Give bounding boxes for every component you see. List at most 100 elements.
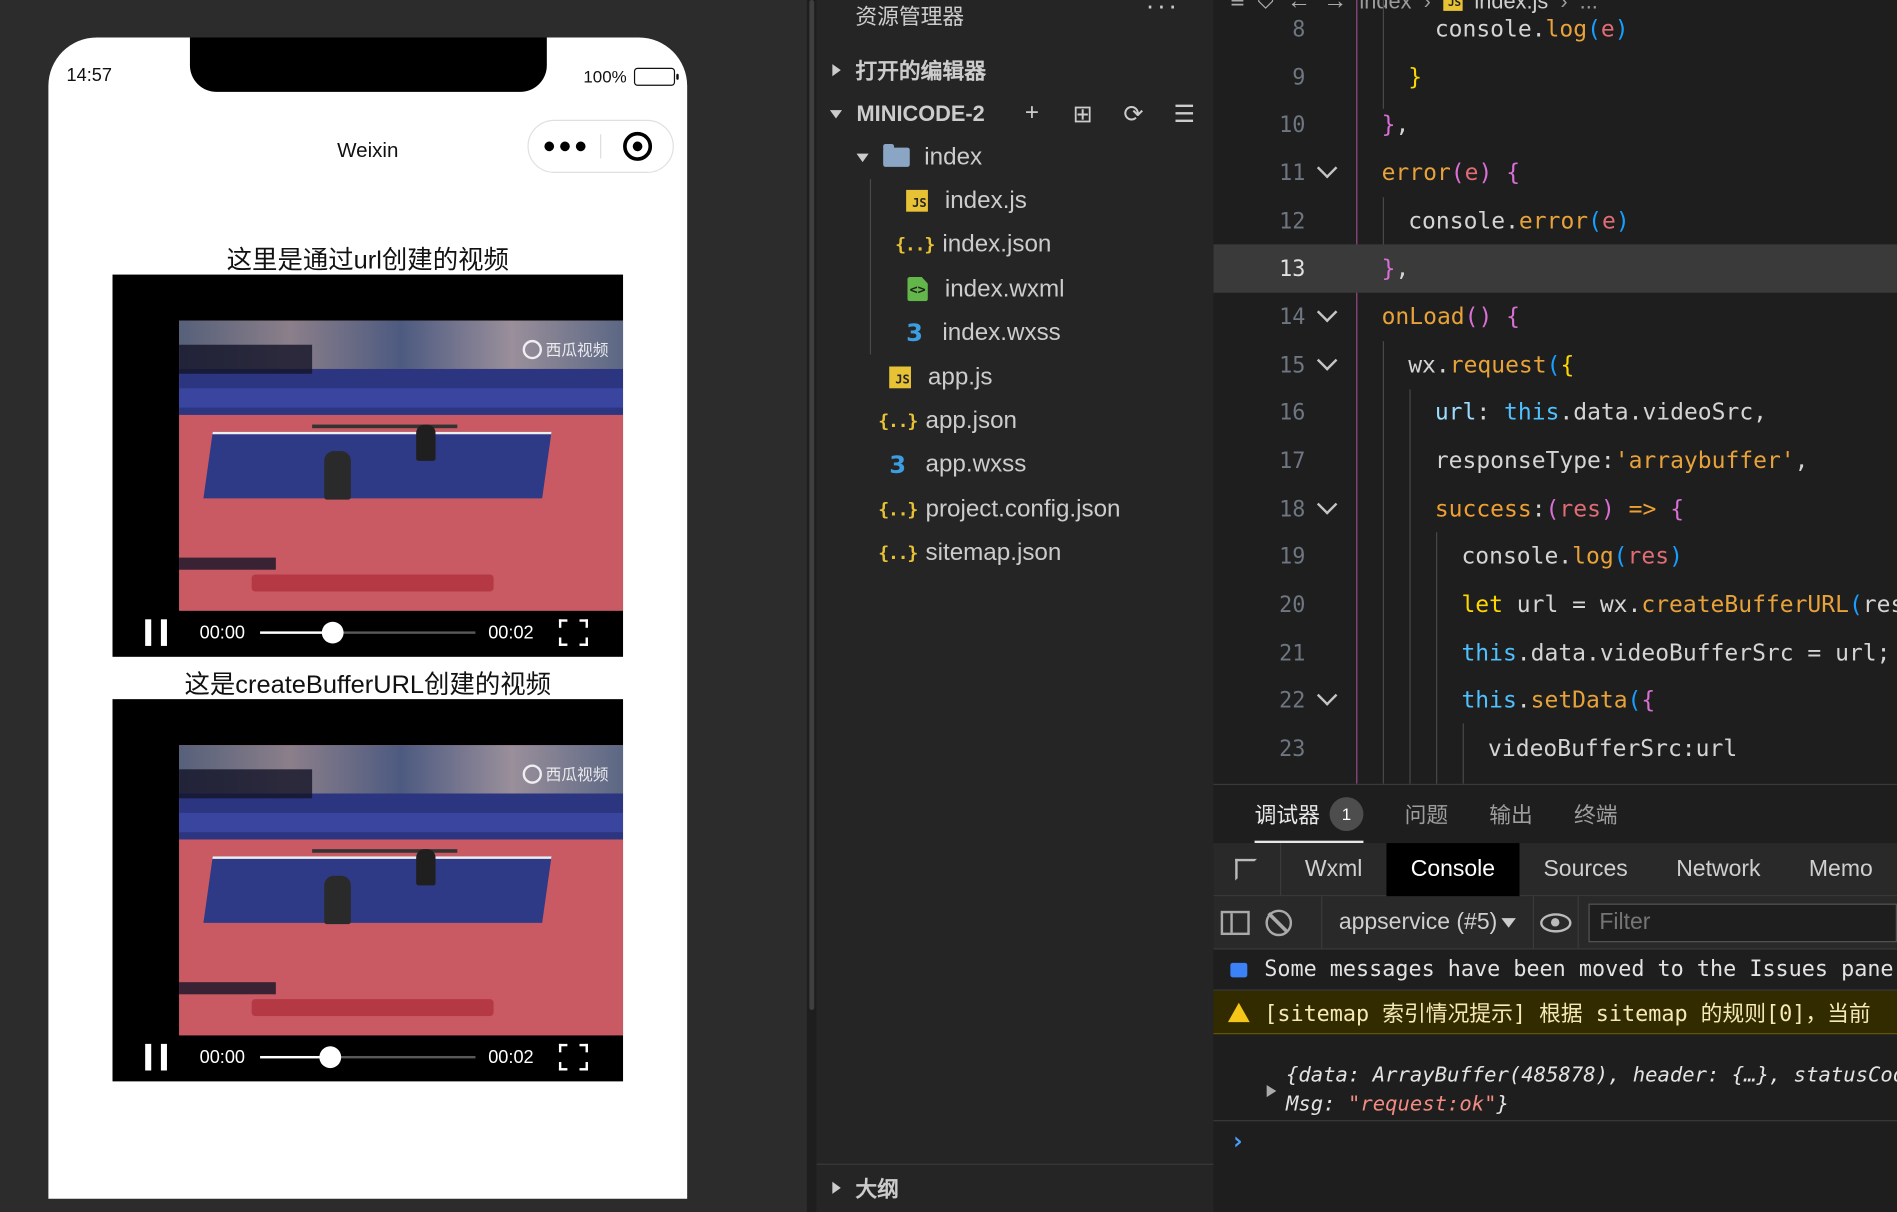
tab-console[interactable]: Console xyxy=(1386,842,1520,896)
watermark-icon xyxy=(522,339,542,359)
tab-memory[interactable]: Memo xyxy=(1785,842,1897,895)
duration: 00:02 xyxy=(488,622,534,643)
code-line: 21 this.data.videoBufferSrc = url; xyxy=(1279,639,1891,667)
progress-knob[interactable] xyxy=(321,621,344,644)
current-time: 00:00 xyxy=(199,622,246,643)
tab-network[interactable]: Network xyxy=(1652,842,1785,895)
code-line: 9} xyxy=(1292,64,1423,91)
pause-icon[interactable] xyxy=(145,1043,167,1071)
collapse-all-icon[interactable]: ☰ xyxy=(1170,99,1199,129)
file-item[interactable]: 3 index.wxss xyxy=(817,311,1214,355)
outline-section[interactable]: 大纲 xyxy=(816,1163,1214,1210)
json-file-icon: {..} xyxy=(895,233,935,256)
fullscreen-icon[interactable] xyxy=(559,619,589,646)
new-folder-icon[interactable]: ⊞ xyxy=(1068,99,1097,129)
filter-input[interactable] xyxy=(1588,902,1897,942)
open-editors-section[interactable]: 打开的编辑器 xyxy=(817,48,1214,92)
tab-debugger[interactable]: 调试器 1 xyxy=(1254,785,1364,844)
project-section[interactable]: MINICODE-2 + ⊞ ⟳ ☰ xyxy=(817,92,1214,136)
file-item[interactable]: <> index.wxml xyxy=(817,267,1214,311)
dropdown-arrow-icon xyxy=(1500,917,1516,928)
chevron-right-icon xyxy=(832,1181,841,1194)
progress-bar[interactable] xyxy=(259,1046,475,1069)
tab-wxml[interactable]: Wxml xyxy=(1281,842,1387,895)
video-player[interactable]: 西瓜视频 00:00 00:02 xyxy=(112,274,624,657)
code-editor[interactable]: ≡ ⛉ ← → index › JS index.js › ... 8 conso… xyxy=(1213,0,1897,784)
css-file-icon: 3 xyxy=(906,318,924,348)
phone-screen: 14:57 100% Weixin 这里是通过url创建的视频 西瓜视频 00:… xyxy=(48,37,688,1199)
phone-notch xyxy=(189,37,547,92)
code-line: 22 this.setData({ xyxy=(1279,685,1656,714)
code-line: 14 onLoad() { xyxy=(1279,301,1521,331)
tab-problems[interactable]: 问题 xyxy=(1405,785,1449,843)
json-file-icon: {..} xyxy=(878,541,918,564)
progress-knob[interactable] xyxy=(319,1046,342,1069)
code-line: 10}, xyxy=(1279,111,1410,138)
explorer-title: 资源管理器 xyxy=(855,4,965,30)
file-item[interactable]: {..} index.json xyxy=(817,223,1214,267)
code-line: 18 success:(res) => { xyxy=(1279,494,1685,523)
expand-icon[interactable] xyxy=(1266,1085,1277,1098)
console-prompt[interactable]: › xyxy=(1230,1126,1245,1155)
fullscreen-icon[interactable] xyxy=(559,1043,589,1071)
console-log-object[interactable]: {data: ArrayBuffer(485878), header: {…},… xyxy=(1213,1063,1897,1122)
file-item[interactable]: JS index.js xyxy=(817,179,1214,223)
video-frame: 西瓜视频 xyxy=(179,320,624,611)
watermark-icon xyxy=(522,763,542,784)
warning-icon xyxy=(1227,1002,1250,1022)
context-select[interactable]: appservice (#5) xyxy=(1320,895,1533,949)
file-item[interactable]: {..} project.config.json xyxy=(817,487,1214,531)
file-item[interactable]: JS app.js xyxy=(817,356,1214,400)
bottom-tabs: 调试器 1 问题 输出 终端 xyxy=(1213,785,1897,844)
project-name: MINICODE-2 xyxy=(856,101,985,126)
json-file-icon: {..} xyxy=(878,410,918,432)
status-time: 14:57 xyxy=(66,65,112,86)
folder-icon xyxy=(883,143,910,167)
video-watermark: 西瓜视频 xyxy=(522,337,609,360)
video-frame: 西瓜视频 xyxy=(179,745,624,1036)
battery-percent: 100% xyxy=(583,66,627,86)
new-file-icon[interactable]: + xyxy=(1017,99,1046,129)
video-caption: 这是createBufferURL创建的视频 xyxy=(184,671,552,700)
progress-bar[interactable] xyxy=(259,621,475,644)
toggle-sidebar-icon[interactable] xyxy=(1213,896,1257,949)
more-menu-button[interactable] xyxy=(529,141,600,152)
tab-terminal[interactable]: 终端 xyxy=(1574,785,1618,843)
chevron-down-icon[interactable] xyxy=(1316,301,1338,323)
panel-splitter[interactable] xyxy=(806,0,817,1212)
file-item[interactable]: {..} sitemap.json xyxy=(817,531,1214,575)
video-player[interactable]: 西瓜视频 00:00 00:02 xyxy=(112,699,624,1082)
debugger-panel: 调试器 1 问题 输出 终端 Wxml Console Sources Netwo… xyxy=(1213,783,1897,1212)
chevron-down-icon[interactable] xyxy=(1316,685,1338,706)
status-battery: 100% xyxy=(583,66,679,86)
code-line: 16 url: this.data.videoSrc, xyxy=(1279,399,1768,426)
more-actions-button[interactable]: ··· xyxy=(1146,0,1180,22)
tab-output[interactable]: 输出 xyxy=(1489,785,1533,843)
chevron-down-icon[interactable] xyxy=(1316,350,1338,371)
refresh-icon[interactable]: ⟳ xyxy=(1119,99,1148,129)
close-miniprogram-button[interactable] xyxy=(601,131,672,161)
video-controls: 00:00 00:02 xyxy=(113,608,624,656)
tab-sources[interactable]: Sources xyxy=(1519,842,1652,895)
wxml-file-icon: <> xyxy=(907,276,928,302)
menu-capsule xyxy=(527,119,674,173)
js-file-icon: JS xyxy=(889,366,911,389)
video-caption: 这里是通过url创建的视频 xyxy=(226,246,509,275)
code-line: 17 responseType:'arraybuffer', xyxy=(1279,447,1809,475)
inspect-element-icon[interactable] xyxy=(1213,842,1281,896)
folder-index[interactable]: index xyxy=(817,135,1214,179)
live-expression-icon[interactable] xyxy=(1532,895,1579,949)
clear-console-icon[interactable] xyxy=(1257,896,1301,949)
code-line: 8 console.log(e) xyxy=(1292,15,1629,43)
file-item[interactable]: 3 app.wxss xyxy=(817,443,1214,487)
file-item[interactable]: {..} app.json xyxy=(817,399,1214,443)
chevron-down-icon[interactable] xyxy=(1316,494,1338,515)
console-toolbar: appservice (#5) xyxy=(1213,895,1897,950)
code-line: 23 videoBufferSrc:url xyxy=(1279,735,1738,763)
js-file-icon: JS xyxy=(906,189,928,212)
chevron-right-icon xyxy=(832,64,841,77)
chevron-down-icon[interactable] xyxy=(1316,157,1338,179)
pause-icon[interactable] xyxy=(145,619,167,646)
devtools-tabs: Wxml Console Sources Network Memo xyxy=(1213,842,1897,897)
info-icon xyxy=(1230,962,1248,977)
